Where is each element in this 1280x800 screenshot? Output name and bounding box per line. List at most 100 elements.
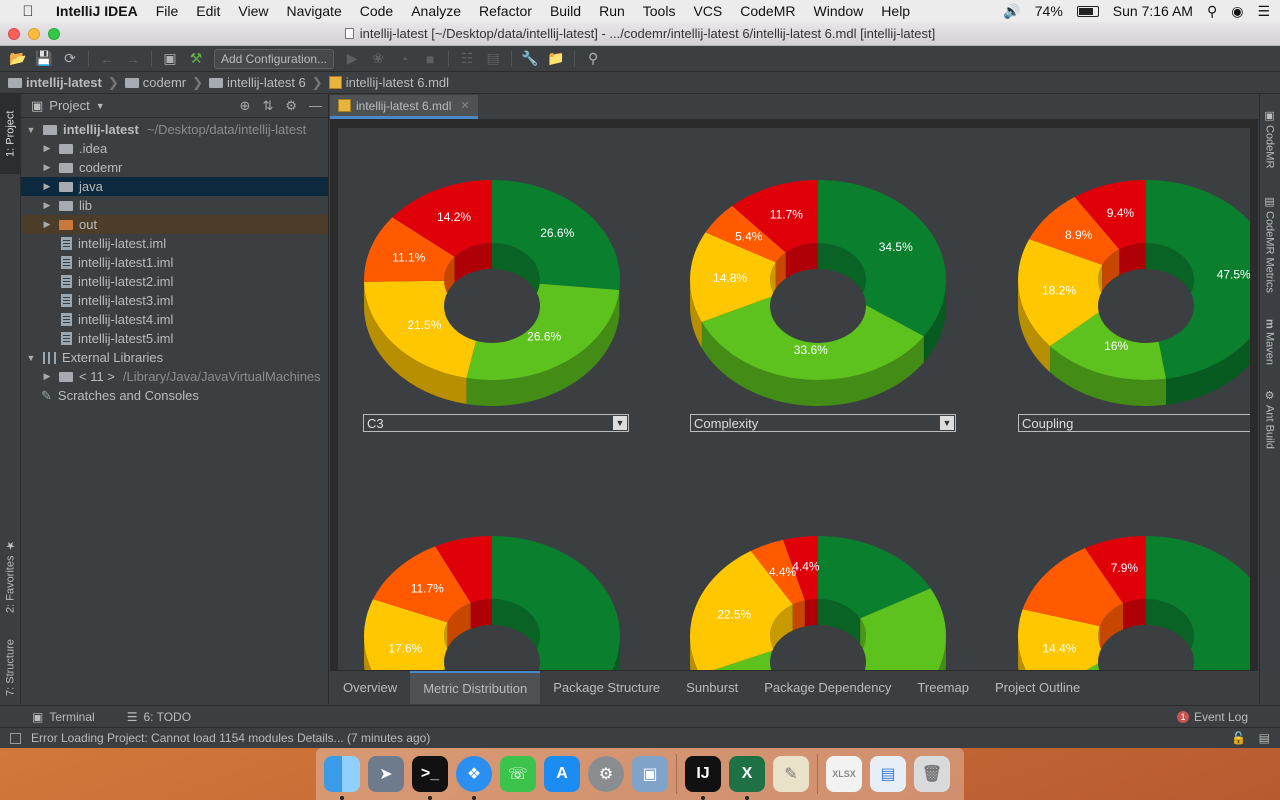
menu-help[interactable]: Help [872,3,919,19]
save-all-icon[interactable]: 💾 [32,48,56,70]
coverage-icon[interactable]: ◔ [392,48,416,70]
zoom-window-button[interactable] [48,28,60,40]
metric-selector-coupling[interactable]: Coupling ▼ [1018,414,1250,432]
collapsed-arrow-icon[interactable]: ▶ [41,162,53,173]
facetime-icon[interactable]: ☏ [500,756,536,792]
event-log-button[interactable]: 1 Event Log [1176,710,1248,724]
collapse-all-icon[interactable]: ⇅ [262,98,273,114]
menu-app-name[interactable]: IntelliJ IDEA [52,3,147,19]
spotlight-search-icon[interactable]: ⚲ [1207,3,1217,20]
excel-icon[interactable]: X [729,756,765,800]
tab-maven[interactable]: m Maven [1259,312,1280,372]
tree-folder-idea[interactable]: ▶ .idea [21,139,328,158]
tab-structure[interactable]: 7: Structure [0,630,21,706]
tree-jdk-item[interactable]: ▶ < 11 > /Library/Java/JavaVirtualMachin… [21,367,328,386]
tree-folder-codemr[interactable]: ▶ codemr [21,158,328,177]
dropdown-arrow-icon[interactable]: ▼ [940,416,954,430]
downloads-window-icon[interactable]: ▤ [870,756,906,792]
launchpad-icon[interactable]: ➤ [368,756,404,792]
editor-tab-mdl[interactable]: intellij-latest 6.mdl ✕ [330,95,478,119]
tab-sunburst[interactable]: Sunburst [673,671,751,704]
debug-icon[interactable]: ❀ [366,48,390,70]
collapsed-arrow-icon[interactable]: ▶ [41,143,53,154]
intellij-idea-icon[interactable]: IJ [685,756,721,800]
menu-file[interactable]: File [147,3,188,19]
tree-file-iml[interactable]: intellij-latest5.iml [21,329,328,348]
notes-icon[interactable]: ✎ [773,756,809,792]
tree-external-libraries[interactable]: ▼ External Libraries [21,348,328,367]
tree-file-iml[interactable]: intellij-latest4.iml [21,310,328,329]
attach-icon[interactable]: ☷ [455,48,479,70]
tab-project-outline[interactable]: Project Outline [982,671,1093,704]
menu-tools[interactable]: Tools [634,3,685,19]
gear-icon[interactable]: ⚙ [285,98,297,114]
tab-codemr-metrics[interactable]: ▤ CodeMR Metrics [1259,189,1280,299]
breadcrumb-item-codemr[interactable]: codemr [124,75,186,90]
metric-selector-complexity[interactable]: Complexity ▼ [690,414,956,432]
volume-icon[interactable]: 🔊 [1003,3,1020,20]
lock-icon[interactable]: 🔓 [1231,731,1246,745]
menu-edit[interactable]: Edit [187,3,229,19]
close-window-button[interactable] [8,28,20,40]
build-hammer-icon[interactable]: ⚒ [184,48,208,70]
siri-icon[interactable]: ◉ [1231,3,1243,20]
minimize-window-button[interactable] [28,28,40,40]
tree-folder-lib[interactable]: ▶ lib [21,196,328,215]
tree-folder-java[interactable]: ▶ java [21,177,328,196]
menu-view[interactable]: View [229,3,277,19]
finder-icon[interactable] [324,756,360,800]
tree-file-iml[interactable]: intellij-latest3.iml [21,291,328,310]
tab-treemap[interactable]: Treemap [904,671,982,704]
collapsed-arrow-icon[interactable]: ▶ [41,181,53,192]
menu-window[interactable]: Window [805,3,873,19]
run-icon[interactable]: ▶ [340,48,364,70]
search-icon[interactable]: ⚲ [581,48,605,70]
project-structure-icon[interactable]: 📁 [544,48,568,70]
xlsx-file-icon[interactable]: XLSX [826,756,862,792]
terminal-app-icon[interactable]: >_ [412,756,448,800]
breadcrumb-item-intellij-latest-6[interactable]: intellij-latest 6 [209,75,306,90]
sync-icon[interactable]: ⟳ [58,48,82,70]
close-tab-icon[interactable]: ✕ [460,99,469,112]
safari-icon[interactable]: ❖ [456,756,492,800]
terminal-button[interactable]: ▣ Terminal [32,710,95,724]
tree-root-item[interactable]: ▼ intellij-latest ~/Desktop/data/intelli… [21,120,328,139]
clock[interactable]: Sun 7:16 AM [1113,3,1193,19]
metric-selector-c3[interactable]: C3 ▼ [363,414,629,432]
preview-icon[interactable]: ▣ [632,756,668,792]
tab-ant-build[interactable]: ⚙ Ant Build [1259,384,1280,454]
menu-navigate[interactable]: Navigate [277,3,350,19]
stop-icon[interactable]: ■ [418,48,442,70]
breadcrumb-item-root[interactable]: intellij-latest [8,75,102,90]
system-preferences-icon[interactable]: ⚙ [588,756,624,792]
dropdown-arrow-icon[interactable]: ▼ [613,416,627,430]
tree-scratches[interactable]: ✎ Scratches and Consoles [21,386,328,405]
apple-icon[interactable]:  [20,3,36,20]
menu-codemr[interactable]: CodeMR [731,3,804,19]
status-message[interactable]: Error Loading Project: Cannot load 1154 … [31,731,430,745]
tree-file-iml[interactable]: intellij-latest1.iml [21,253,328,272]
open-folder-icon[interactable]: 📂 [6,48,30,70]
hide-panel-icon[interactable]: — [309,98,322,114]
expanded-arrow-icon[interactable]: ▼ [25,353,37,363]
vcs-icon[interactable]: ▤ [481,48,505,70]
menu-run[interactable]: Run [590,3,634,19]
memory-indicator-icon[interactable]: ▤ [1259,731,1270,745]
menu-build[interactable]: Build [541,3,590,19]
tab-favorites[interactable]: 2: Favorites ★ [0,534,21,618]
breadcrumb-item-mdl-file[interactable]: intellij-latest 6.mdl [328,75,449,90]
tab-package-dependency[interactable]: Package Dependency [751,671,904,704]
project-view-selector[interactable]: Project [49,98,89,113]
locate-file-icon[interactable]: ⊕ [240,98,251,114]
tree-folder-out[interactable]: ▶ out [21,215,328,234]
menu-refactor[interactable]: Refactor [470,3,541,19]
menu-code[interactable]: Code [351,3,402,19]
tab-package-structure[interactable]: Package Structure [540,671,673,704]
tree-file-iml[interactable]: intellij-latest2.iml [21,272,328,291]
trash-icon[interactable]: 🗑 [914,756,950,792]
app-store-icon[interactable]: A [544,756,580,792]
settings-wrench-icon[interactable]: 🔧 [518,48,542,70]
collapsed-arrow-icon[interactable]: ▶ [41,371,53,382]
todo-button[interactable]: ☰ 6: TODO [127,710,191,724]
notification-center-icon[interactable]: ☰ [1257,3,1270,20]
